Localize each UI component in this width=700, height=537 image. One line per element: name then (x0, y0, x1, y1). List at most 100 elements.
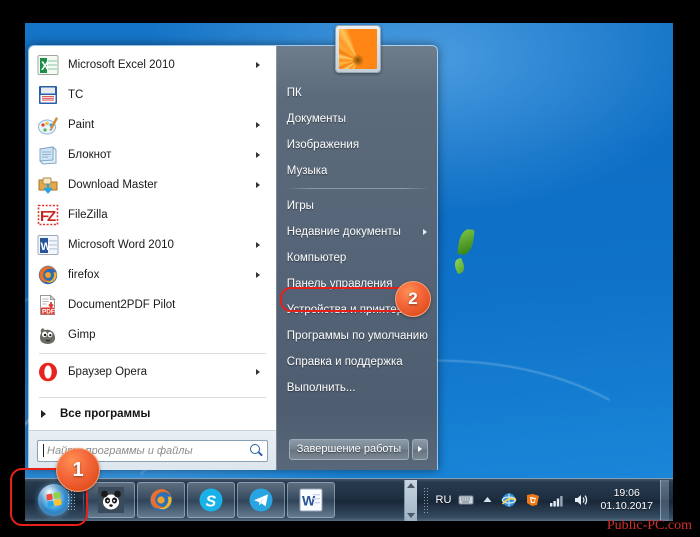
places-item-label: Недавние документы (286, 226, 401, 238)
shutdown-label: Завершение работы (296, 443, 402, 455)
start-menu-places-pane: ПК Документы Изображения Музыка Игры Нед… (275, 46, 437, 470)
clock-date: 01.10.2017 (600, 500, 653, 512)
submenu-arrow-icon (256, 92, 266, 98)
places-item-label: ПК (286, 87, 302, 99)
program-item-notepad[interactable]: Блокнот (29, 140, 276, 170)
all-programs-button[interactable]: Все программы (29, 401, 276, 427)
taskbar-grip (67, 489, 76, 511)
volume-icon[interactable] (573, 492, 589, 508)
filezilla-icon: F Z (37, 204, 59, 226)
panda-antivirus-icon (98, 487, 124, 513)
program-item-label: TC (68, 89, 84, 101)
program-item-download-master[interactable]: Download Master (29, 170, 276, 200)
places-item-label: Изображения (286, 139, 360, 151)
firefox-icon (37, 264, 59, 286)
taskbar-item-firefox[interactable] (137, 482, 185, 518)
orange-app-icon[interactable] (525, 492, 541, 508)
start-menu-programs-pane: X Microsoft Excel 2010 TC Paint Блокнот … (29, 46, 276, 470)
user-avatar[interactable] (335, 25, 381, 73)
program-item-label: Блокнот (68, 149, 112, 161)
screen: X Microsoft Excel 2010 TC Paint Блокнот … (0, 0, 700, 537)
menu-separator (39, 397, 266, 398)
internet-explorer-icon[interactable] (501, 492, 517, 508)
places-item-pk[interactable]: ПК (277, 80, 437, 106)
submenu-arrow-icon (255, 152, 266, 158)
submenu-arrow-icon (256, 212, 266, 218)
submenu-arrow-icon (255, 62, 266, 68)
gimp-icon (37, 324, 59, 346)
clock[interactable]: 19:06 01.10.2017 (600, 487, 653, 513)
places-item-default-programs[interactable]: Программы по умолчанию (277, 323, 437, 349)
chevron-right-icon (41, 410, 46, 418)
all-programs-label: Все программы (60, 408, 151, 420)
places-item-computer[interactable]: Компьютер (277, 245, 437, 271)
submenu-arrow-icon (255, 242, 266, 248)
language-indicator[interactable]: RU (436, 494, 452, 506)
windows-logo-icon (38, 484, 70, 516)
places-item-label: Документы (286, 113, 347, 125)
scroll-up-icon (406, 482, 415, 488)
word-icon: W (37, 234, 59, 256)
firefox-icon (148, 487, 174, 513)
places-item-games[interactable]: Игры (277, 193, 437, 219)
svg-text:X: X (41, 59, 49, 73)
submenu-arrow-icon (255, 369, 266, 375)
program-item-excel[interactable]: X Microsoft Excel 2010 (29, 50, 276, 80)
show-hidden-icons-arrow[interactable] (482, 492, 493, 508)
taskbar-item-telegram[interactable] (237, 482, 285, 518)
places-item-pictures[interactable]: Изображения (277, 132, 437, 158)
clock-time: 19:06 (613, 487, 640, 499)
skype-icon: S (198, 487, 224, 513)
svg-text:PDF: PDF (42, 308, 55, 315)
taskbar-item-skype[interactable]: S (187, 482, 235, 518)
program-item-label: Paint (68, 119, 95, 131)
shutdown-area: Завершение работы (277, 434, 437, 470)
step-badge-1: 1 (56, 448, 100, 492)
scroll-down-icon (406, 512, 415, 518)
network-signal-icon[interactable] (549, 492, 565, 508)
program-item-gimp[interactable]: Gimp (29, 320, 276, 350)
telegram-icon (248, 487, 274, 513)
submenu-arrow-icon (256, 332, 266, 338)
submenu-arrow-icon (423, 229, 427, 235)
show-desktop-button[interactable] (660, 479, 669, 521)
shutdown-options-button[interactable] (412, 438, 429, 460)
program-item-opera[interactable]: Браузер Opera (29, 357, 276, 387)
menu-separator (39, 353, 266, 354)
download-master-icon (37, 174, 59, 196)
program-item-label: FileZilla (68, 209, 108, 221)
places-item-help-and-support[interactable]: Справка и поддержка (277, 349, 437, 375)
program-item-word[interactable]: W Microsoft Word 2010 (29, 230, 276, 260)
program-item-tc[interactable]: TC (29, 80, 276, 110)
system-tray: RU 19:06 01.10.2017 (403, 479, 673, 521)
places-item-recent-documents[interactable]: Недавние документы (277, 219, 437, 245)
program-item-document2pdf[interactable]: PDF Document2PDF Pilot (29, 290, 276, 320)
submenu-arrow-icon (255, 122, 266, 128)
program-item-label: Gimp (68, 329, 96, 341)
places-item-label: Игры (286, 200, 314, 212)
places-item-music[interactable]: Музыка (277, 158, 437, 184)
total-commander-icon (37, 84, 59, 106)
submenu-arrow-icon (256, 302, 266, 308)
shutdown-button[interactable]: Завершение работы (288, 438, 410, 460)
places-item-documents[interactable]: Документы (277, 106, 437, 132)
keyboard-icon[interactable] (458, 492, 474, 508)
watermark: Public-PC.com (606, 518, 692, 533)
program-item-label: Document2PDF Pilot (68, 299, 176, 311)
places-item-run[interactable]: Выполнить... (277, 375, 437, 401)
program-list: X Microsoft Excel 2010 TC Paint Блокнот … (29, 46, 276, 430)
program-item-filezilla[interactable]: F Z FileZilla (29, 200, 276, 230)
places-item-label: Справка и поддержка (286, 356, 403, 368)
program-item-label: Microsoft Word 2010 (68, 239, 174, 251)
taskbar-item-panda[interactable] (87, 482, 135, 518)
paint-icon (37, 114, 59, 136)
program-item-paint[interactable]: Paint (29, 110, 276, 140)
tray-grip (422, 487, 430, 513)
taskbar-item-word[interactable]: W (287, 482, 335, 518)
program-item-firefox[interactable]: firefox (29, 260, 276, 290)
start-menu: X Microsoft Excel 2010 TC Paint Блокнот … (28, 45, 438, 470)
taskbar-scroll-buttons[interactable] (403, 479, 417, 521)
step-badge-2: 2 (395, 281, 431, 317)
document2pdf-icon: PDF (37, 294, 59, 316)
program-item-label: firefox (68, 269, 100, 281)
